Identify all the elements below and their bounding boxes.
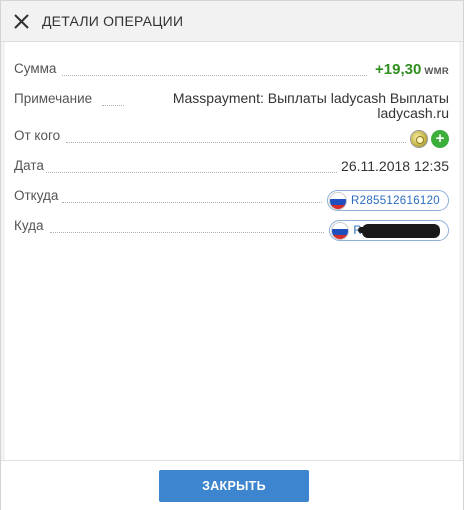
destination-purse-wrap: R xyxy=(325,220,449,243)
add-contact-plus-icon[interactable]: + xyxy=(431,130,449,148)
source-purse-wrap: R285512616120 xyxy=(323,190,449,213)
date-value: 26.11.2018 12:35 xyxy=(337,158,449,174)
close-button[interactable]: ЗАКРЫТЬ xyxy=(159,470,309,502)
russia-flag-icon xyxy=(331,221,350,240)
amount-value: +19,30 xyxy=(375,61,422,78)
amount-row: Сумма +19,30 WMR xyxy=(14,61,449,83)
destination-row: Куда R xyxy=(14,218,449,243)
destination-purse-chip[interactable]: R xyxy=(329,220,449,241)
right-scroll-gutter xyxy=(459,42,463,460)
note-row: Примечание Masspayment: Выплаты ladycash… xyxy=(14,91,449,125)
date-row: Дата 26.11.2018 12:35 xyxy=(14,158,449,178)
dotted-leader xyxy=(50,232,332,233)
destination-label: Куда xyxy=(14,218,46,233)
from-label: От кого xyxy=(14,128,63,143)
operation-details-dialog: ДЕТАЛИ ОПЕРАЦИИ Сумма +19,30 WMR Примечан… xyxy=(0,0,464,510)
close-icon[interactable] xyxy=(11,11,32,32)
source-purse-number: R285512616120 xyxy=(351,194,440,207)
dotted-leader xyxy=(46,172,341,173)
note-label: Примечание xyxy=(14,91,95,106)
left-scroll-gutter xyxy=(1,42,5,460)
russia-flag-icon xyxy=(329,191,348,210)
from-icons: + xyxy=(406,130,449,148)
source-purse-chip[interactable]: R285512616120 xyxy=(327,190,449,211)
dotted-leader xyxy=(102,105,124,106)
amount-label: Сумма xyxy=(14,61,59,76)
redacted-purse-number xyxy=(358,223,440,238)
dialog-title: ДЕТАЛИ ОПЕРАЦИИ xyxy=(42,13,184,29)
amount-value-wrap: +19,30 WMR xyxy=(371,61,449,78)
coin-icon[interactable] xyxy=(410,130,428,148)
dotted-leader xyxy=(62,202,332,203)
dotted-leader xyxy=(62,75,367,76)
dotted-leader xyxy=(66,142,406,143)
from-row: От кого + xyxy=(14,128,449,150)
dialog-footer: ЗАКРЫТЬ xyxy=(1,460,463,510)
date-label: Дата xyxy=(14,158,46,173)
source-label: Откуда xyxy=(14,188,61,203)
note-value: Masspayment: Выплаты ladycash Выплаты la… xyxy=(159,91,449,121)
dialog-header: ДЕТАЛИ ОПЕРАЦИИ xyxy=(1,1,463,42)
source-row: Откуда R285512616120 xyxy=(14,188,449,213)
amount-unit: WMR xyxy=(424,66,449,77)
